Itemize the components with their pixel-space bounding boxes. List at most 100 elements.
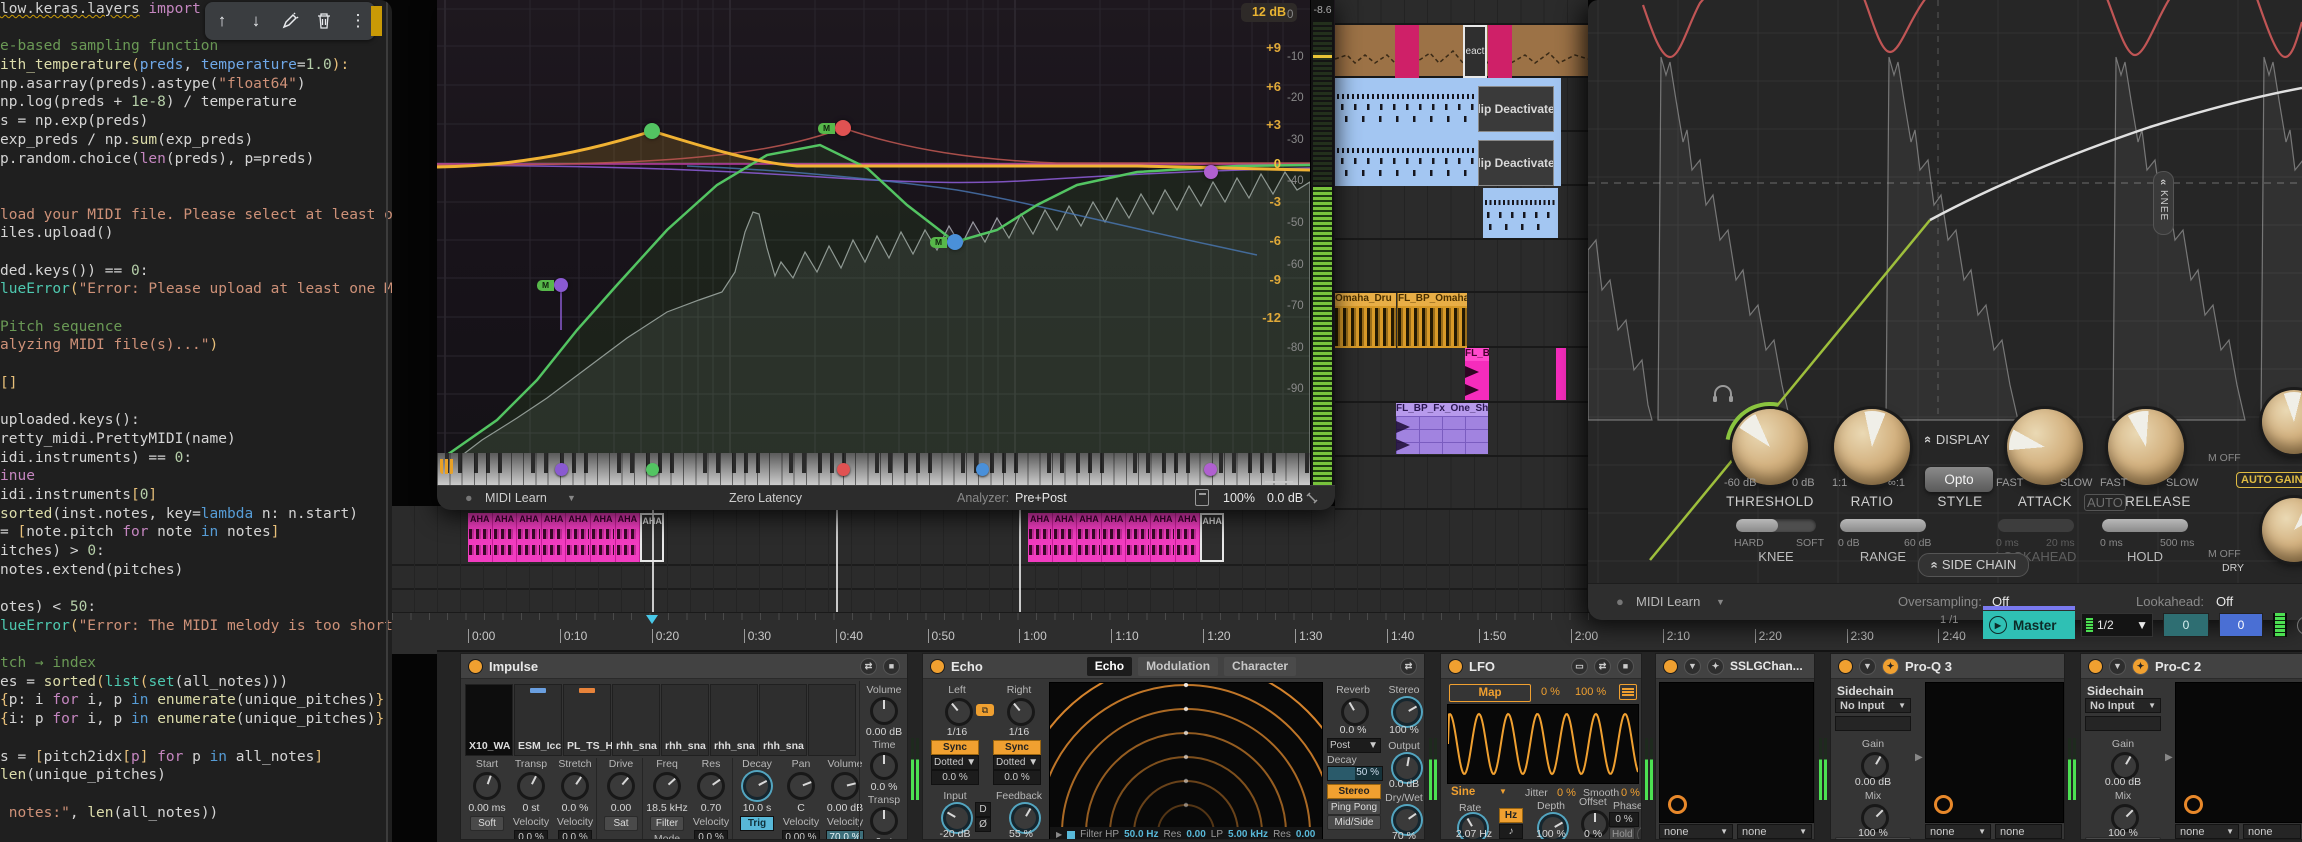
param-slot[interactable]: none [1995,824,2062,839]
audio-clip-row[interactable]: Omaha_Dru FL_BP_Omaha [1335,293,1588,348]
midi-clip[interactable] [1483,188,1558,238]
audio-clip-cell[interactable]: AHA [566,513,591,562]
selected-clip-segment[interactable]: eact [1463,25,1487,78]
play-icon[interactable]: ▶ [1056,830,1062,839]
code-line[interactable]: len(unique_pitches) [0,766,392,785]
sidechain-channel-selector[interactable] [1835,716,1911,731]
sample-slot[interactable]: rhh_sna [759,684,807,756]
audio-clip-cell[interactable]: AHA [591,513,616,562]
code-line[interactable] [0,392,392,411]
drive-knob[interactable] [607,772,635,800]
midi-learn-button[interactable]: MIDI Learn [1636,584,1700,620]
hp-res-value[interactable]: 0.00 [1186,829,1205,840]
audio-clip-cell[interactable]: AHA [1126,513,1151,562]
plugin-edit-icon[interactable]: ✦ [2132,658,2149,675]
piano-band-dot[interactable] [1204,463,1217,476]
tab-modulation[interactable]: Modulation [1138,657,1218,676]
device-activator-toggle[interactable]: D [2297,616,2302,635]
audio-clip-pink[interactable]: FL_B [1465,348,1489,400]
fold-icon[interactable]: ▼ [2109,658,2126,675]
eq-band-handle[interactable] [835,120,851,136]
code-line[interactable] [0,299,392,318]
zoom-value[interactable]: 100% [1223,486,1255,510]
tab-echo[interactable]: Echo [1087,657,1132,676]
audio-clip-cell[interactable]: AHA [1077,513,1102,562]
sample-slot[interactable]: rhh_sna [612,684,660,756]
output-gain-value[interactable]: 0.0 dB [1267,486,1303,510]
code-line[interactable]: s = [pitch2idx[p] for p in all_notes] [0,748,392,767]
sync-note-button[interactable]: ♪ [1499,824,1523,839]
piano-band-dot[interactable] [555,463,568,476]
lp-res-value[interactable]: 0.00 [1296,829,1315,840]
reverb-decay-slider[interactable]: 50 % [1327,766,1383,781]
sidechain-input-selector[interactable]: No Input▼ [2085,698,2161,713]
master-track[interactable]: ▶Master [1983,611,2075,639]
code-editor[interactable]: low.keras.layers import Ee-based samplin… [0,0,392,842]
retrigger-button[interactable]: R [1637,826,1642,840]
device-activator-icon[interactable] [930,659,945,674]
map-max[interactable]: 100 % [1575,686,1606,698]
release-knob[interactable] [2108,409,2184,485]
param-slot[interactable]: none▼ [1925,824,1991,839]
device-title-bar[interactable]: LFO ▭ ⇄ ■ [1441,654,1641,679]
ping-pong-button[interactable]: Ping Pong [1327,800,1381,815]
code-line[interactable] [0,579,392,598]
piano-band-dot[interactable] [646,463,659,476]
side-chain-expander[interactable]: « SIDE CHAIN [1918,553,2029,577]
echo-right-time-knob[interactable] [1007,698,1035,726]
style-selector[interactable]: Opto [1925,467,1993,492]
sidechain-channel-selector[interactable] [2085,716,2161,731]
sat-value[interactable]: Sat [604,816,638,831]
code-line[interactable]: tch → index [0,654,392,673]
plugin-panel[interactable] [2175,682,2302,823]
piano-keyboard[interactable] [437,453,1310,486]
hot-swap-icon[interactable]: ⇄ [1594,658,1611,675]
smooth-value[interactable]: 0 % [1621,787,1640,799]
plugin-edit-icon[interactable]: ✦ [1707,658,1724,675]
audio-clip-cell[interactable]: AHA [1102,513,1127,562]
audio-clip-group[interactable]: AHAAHAAHAAHAAHAAHAAHAAHA [1028,513,1224,562]
more-icon[interactable]: ⋮ [347,10,369,32]
save-preset-icon[interactable]: ■ [883,658,900,675]
range-slider[interactable] [1840,519,1926,532]
code-line[interactable]: = [note.pitch for note in notes] [0,523,392,542]
sync-right-button[interactable]: Sync [993,740,1041,755]
transp-knob[interactable] [517,772,545,800]
chevron-down-icon[interactable]: ▼ [567,486,576,510]
offset-left[interactable]: 0.0 % [931,770,979,785]
start-knob[interactable] [473,772,501,800]
audio-clip-cell[interactable]: AHA [1053,513,1078,562]
device-activator-icon[interactable] [2088,659,2103,674]
track-row[interactable] [1335,240,1588,293]
lfo-shape-selector[interactable]: Sine [1451,786,1475,798]
band-mute-badge[interactable]: M [818,123,835,134]
code-line[interactable] [0,635,392,654]
code-line[interactable]: np.asarray(preds).astype("float64") [0,75,392,94]
code-line[interactable]: Pitch sequence [0,318,392,337]
code-line[interactable]: itches) > 0: [0,542,392,561]
device-title-bar[interactable]: ▼ ✦ Pro-Q 3 [1831,654,2064,679]
device-title-bar[interactable]: ▼ ✦ Pro-C 2 [2081,654,2302,679]
code-line[interactable]: [] [0,374,392,393]
code-line[interactable]: es = sorted(list(set(all_notes))) [0,673,392,692]
midi-clip-row[interactable]: lip Deactivate [1335,78,1588,132]
sample-slot[interactable]: rhh_sna [661,684,709,756]
filter-toggle[interactable] [1067,831,1075,839]
hold-slider[interactable] [2102,519,2188,532]
scrollbar-track[interactable] [386,0,388,842]
reverb-position-selector[interactable]: Post▼ [1327,738,1381,753]
audio-clip-cell[interactable]: AHA [493,513,518,562]
automation-clip-row[interactable]: eact [1335,25,1588,78]
fold-icon[interactable]: ▼ [1859,658,1876,675]
code-line[interactable]: {p: i for i, p in enumerate(unique_pitch… [0,691,392,710]
code-line[interactable]: notes:", len(all_notes)) [0,804,392,823]
stereo-mode-button[interactable]: Stereo [1327,784,1381,799]
edit-icon[interactable] [279,10,301,32]
eq-band-handle[interactable] [644,123,660,139]
track-row[interactable] [1335,457,1588,510]
code-line[interactable]: sorted(inst.notes, key=lambda n: n.start… [0,505,392,524]
pan-knob[interactable] [787,772,815,800]
audio-clip-purple[interactable]: FL_BP_Fx_One_Sh [1396,403,1488,454]
master-track-header[interactable]: ▶Master 1/2▼ 0 0 D [1983,610,2302,640]
volume-knob[interactable] [831,772,859,800]
